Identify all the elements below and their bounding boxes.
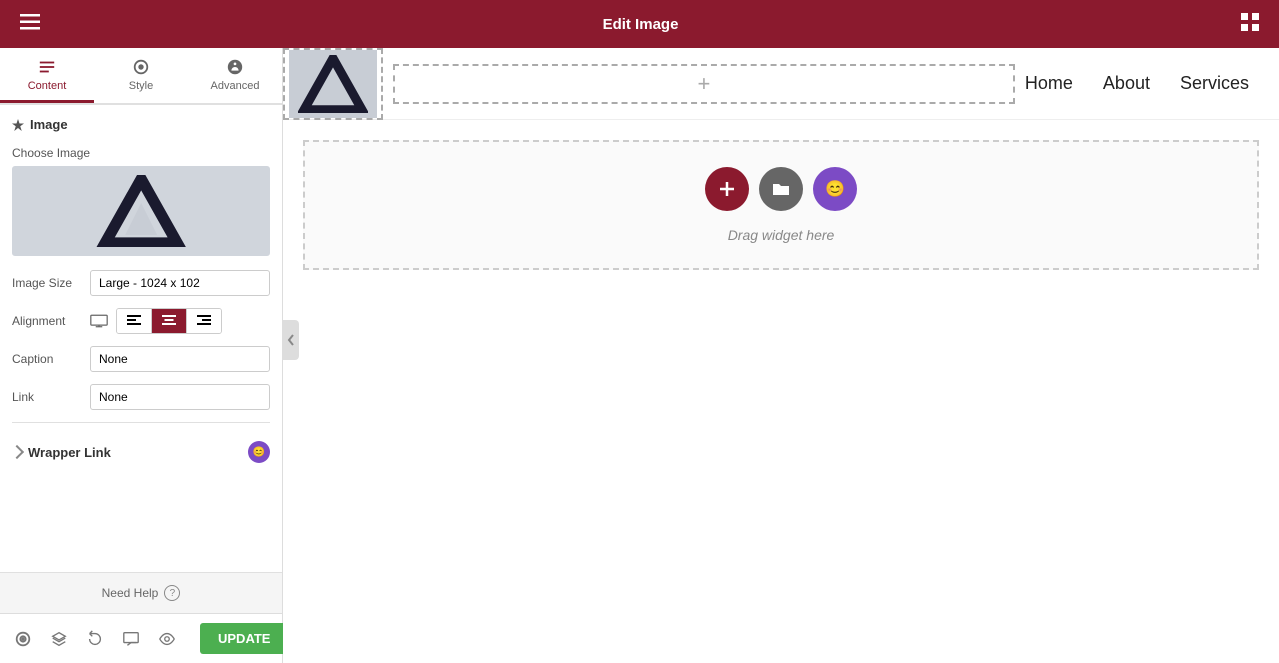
caption-label: Caption — [12, 352, 82, 366]
add-column-icon: + — [698, 71, 711, 97]
drag-widget-label: Drag widget here — [728, 227, 835, 243]
panel-content: Image Choose Image Image Size Large - 10… — [0, 105, 282, 572]
image-section-label: Image — [30, 117, 68, 132]
update-button[interactable]: UPDATE — [200, 623, 288, 654]
eye-icon-btn[interactable] — [154, 626, 180, 652]
collapse-icon — [287, 333, 295, 347]
canvas-nav-bar: + Home About Services — [283, 48, 1279, 120]
caption-row: Caption None Attachment Caption Custom C… — [12, 346, 270, 372]
monitor-icon — [90, 314, 108, 328]
canvas-area: + Home About Services 😊 — [283, 48, 1279, 663]
logo-preview-svg — [38, 175, 244, 247]
need-help-label: Need Help — [102, 586, 159, 600]
add-widget-button[interactable] — [705, 167, 749, 211]
logo-container[interactable] — [283, 48, 383, 120]
image-preview[interactable] — [12, 166, 270, 256]
comments-icon-btn[interactable] — [118, 626, 144, 652]
align-left-button[interactable] — [117, 309, 152, 333]
link-select[interactable]: None Media File Custom URL — [90, 384, 270, 410]
left-panel: Content Style Advanced Image Choose Imag… — [0, 48, 283, 663]
image-size-label: Image Size — [12, 276, 82, 290]
pro-badge: 😊 — [248, 441, 270, 463]
tab-advanced-label: Advanced — [211, 80, 260, 92]
page-title: Edit Image — [48, 16, 1233, 33]
align-right-button[interactable] — [187, 309, 221, 333]
folder-widget-button[interactable] — [759, 167, 803, 211]
caption-select[interactable]: None Attachment Caption Custom Caption — [90, 346, 270, 372]
link-label: Link — [12, 390, 82, 404]
nav-items: Home About Services — [1025, 73, 1279, 94]
bottom-toolbar: UPDATE — [0, 613, 282, 663]
settings-icon-btn[interactable] — [10, 626, 36, 652]
panel-footer: Need Help ? — [0, 572, 282, 613]
wrapper-link-left: Wrapper Link — [12, 445, 111, 460]
image-size-row: Image Size Large - 1024 x 102 Medium - 3… — [12, 270, 270, 296]
wrapper-link-label: Wrapper Link — [28, 445, 111, 460]
choose-image-label: Choose Image — [12, 146, 270, 160]
alignment-row: Alignment — [12, 308, 270, 334]
pro-widget-button[interactable]: 😊 — [813, 167, 857, 211]
alignment-group — [116, 308, 222, 334]
tab-content[interactable]: Content — [0, 48, 94, 103]
nav-about[interactable]: About — [1103, 73, 1150, 94]
widget-buttons: 😊 — [705, 167, 857, 211]
logo-svg — [298, 55, 368, 113]
hamburger-icon[interactable] — [12, 10, 48, 39]
align-center-button[interactable] — [152, 309, 187, 333]
drop-zone: 😊 Drag widget here — [303, 140, 1259, 270]
link-row: Link None Media File Custom URL — [12, 384, 270, 410]
help-icon[interactable]: ? — [164, 585, 180, 601]
tab-content-label: Content — [28, 80, 67, 92]
logo-image — [289, 50, 377, 118]
history-icon-btn[interactable] — [82, 626, 108, 652]
tab-style[interactable]: Style — [94, 48, 188, 103]
add-column-button[interactable]: + — [393, 64, 1015, 104]
panel-tabs: Content Style Advanced — [0, 48, 282, 105]
pro-label: 😊 — [253, 447, 265, 458]
wrapper-link-row[interactable]: Wrapper Link 😊 — [12, 435, 270, 469]
tab-style-label: Style — [129, 80, 153, 92]
chevron-right-icon — [10, 445, 24, 459]
tab-advanced[interactable]: Advanced — [188, 48, 282, 103]
section-divider — [12, 422, 270, 423]
nav-home[interactable]: Home — [1025, 73, 1073, 94]
alignment-label: Alignment — [12, 314, 82, 328]
collapse-handle[interactable] — [283, 320, 299, 360]
image-section-header: Image — [12, 117, 270, 132]
grid-icon[interactable] — [1233, 9, 1267, 40]
layers-icon-btn[interactable] — [46, 626, 72, 652]
image-size-select[interactable]: Large - 1024 x 102 Medium - 300 x 300 Th… — [90, 270, 270, 296]
top-bar: Edit Image — [0, 0, 1279, 48]
nav-services[interactable]: Services — [1180, 73, 1249, 94]
